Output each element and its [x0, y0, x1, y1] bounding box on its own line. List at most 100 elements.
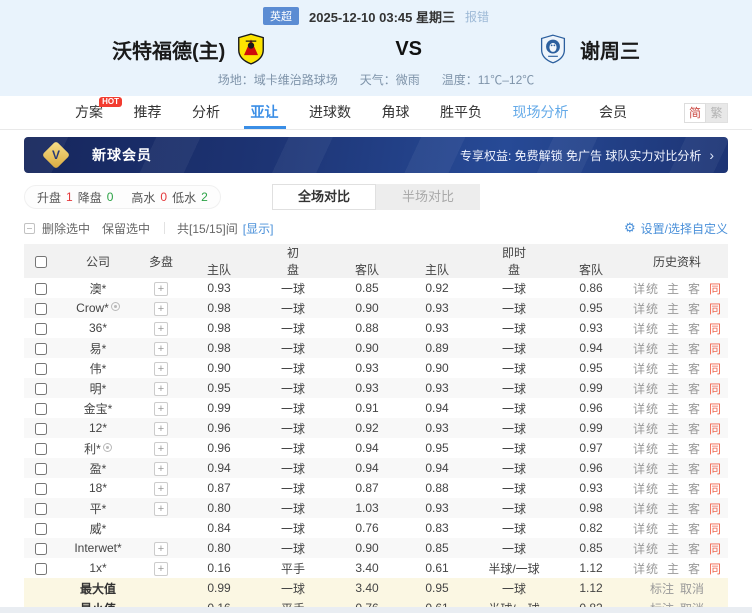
history-detail-link[interactable]: 详: [633, 422, 645, 436]
company-name[interactable]: 利*: [84, 442, 101, 456]
history-same-link[interactable]: 同: [709, 482, 721, 496]
select-all-checkbox[interactable]: [35, 256, 47, 268]
history-away-link[interactable]: 客: [688, 342, 700, 356]
expand-multi-odds-button[interactable]: +: [154, 442, 168, 456]
history-away-link[interactable]: 客: [688, 422, 700, 436]
company-name[interactable]: 澳*: [90, 282, 107, 296]
company-name[interactable]: 伟*: [90, 362, 107, 376]
history-home-link[interactable]: 主: [667, 562, 679, 576]
nav-item-角球[interactable]: 角球: [379, 96, 413, 129]
history-same-link[interactable]: 同: [709, 502, 721, 516]
expand-multi-odds-button[interactable]: +: [154, 402, 168, 416]
nav-item-分析[interactable]: 分析: [189, 96, 223, 129]
expand-multi-odds-button[interactable]: +: [154, 482, 168, 496]
mark-link[interactable]: 标注: [650, 582, 674, 596]
row-checkbox[interactable]: [35, 563, 47, 575]
row-checkbox[interactable]: [35, 543, 47, 555]
select-indeterminate-icon[interactable]: [24, 223, 35, 234]
history-detail-link[interactable]: 详: [633, 522, 645, 536]
company-name[interactable]: 18*: [89, 481, 107, 495]
nav-item-推荐[interactable]: 推荐: [131, 96, 165, 129]
history-away-link[interactable]: 客: [688, 362, 700, 376]
row-checkbox[interactable]: [35, 283, 47, 295]
history-same-link[interactable]: 同: [709, 422, 721, 436]
history-same-link[interactable]: 同: [709, 382, 721, 396]
expand-multi-odds-button[interactable]: +: [154, 382, 168, 396]
expand-multi-odds-button[interactable]: +: [154, 282, 168, 296]
row-checkbox[interactable]: [35, 443, 47, 455]
history-same-link[interactable]: 同: [709, 462, 721, 476]
history-stats-link[interactable]: 统: [646, 342, 658, 356]
history-home-link[interactable]: 主: [667, 462, 679, 476]
history-stats-link[interactable]: 统: [646, 282, 658, 296]
history-detail-link[interactable]: 详: [633, 282, 645, 296]
history-stats-link[interactable]: 统: [646, 322, 658, 336]
row-checkbox[interactable]: [35, 303, 47, 315]
history-detail-link[interactable]: 详: [633, 502, 645, 516]
settings-customize-link[interactable]: ⚙ 设置/选择自定义: [624, 220, 728, 237]
history-stats-link[interactable]: 统: [646, 442, 658, 456]
history-stats-link[interactable]: 统: [646, 402, 658, 416]
row-checkbox[interactable]: [35, 503, 47, 515]
history-stats-link[interactable]: 统: [646, 422, 658, 436]
history-stats-link[interactable]: 统: [646, 542, 658, 556]
history-same-link[interactable]: 同: [709, 402, 721, 416]
history-same-link[interactable]: 同: [709, 362, 721, 376]
history-home-link[interactable]: 主: [667, 362, 679, 376]
history-same-link[interactable]: 同: [709, 522, 721, 536]
company-name[interactable]: 36*: [89, 321, 107, 335]
company-name[interactable]: 明*: [90, 382, 107, 396]
history-home-link[interactable]: 主: [667, 542, 679, 556]
history-home-link[interactable]: 主: [667, 302, 679, 316]
history-detail-link[interactable]: 详: [633, 322, 645, 336]
expand-multi-odds-button[interactable]: +: [154, 502, 168, 516]
history-away-link[interactable]: 客: [688, 562, 700, 576]
history-stats-link[interactable]: 统: [646, 482, 658, 496]
tab-half-match-compare[interactable]: 半场对比: [376, 184, 480, 210]
company-name[interactable]: 平*: [90, 502, 107, 516]
history-detail-link[interactable]: 详: [633, 342, 645, 356]
history-detail-link[interactable]: 详: [633, 442, 645, 456]
history-away-link[interactable]: 客: [688, 522, 700, 536]
history-home-link[interactable]: 主: [667, 502, 679, 516]
report-error-link[interactable]: 报错: [465, 8, 489, 25]
row-checkbox[interactable]: [35, 363, 47, 375]
keep-selected-button[interactable]: 保留选中: [102, 220, 150, 237]
history-stats-link[interactable]: 统: [646, 562, 658, 576]
cancel-link[interactable]: 取消: [680, 602, 704, 608]
history-away-link[interactable]: 客: [688, 462, 700, 476]
history-away-link[interactable]: 客: [688, 302, 700, 316]
history-stats-link[interactable]: 统: [646, 522, 658, 536]
history-same-link[interactable]: 同: [709, 542, 721, 556]
history-detail-link[interactable]: 详: [633, 542, 645, 556]
company-name[interactable]: 易*: [90, 342, 107, 356]
history-away-link[interactable]: 客: [688, 542, 700, 556]
nav-item-进球数[interactable]: 进球数: [306, 96, 354, 129]
history-away-link[interactable]: 客: [688, 382, 700, 396]
nav-item-方案[interactable]: 方案 HOT: [72, 96, 106, 129]
row-checkbox[interactable]: [35, 423, 47, 435]
history-away-link[interactable]: 客: [688, 482, 700, 496]
row-checkbox[interactable]: [35, 523, 47, 535]
history-home-link[interactable]: 主: [667, 422, 679, 436]
expand-multi-odds-button[interactable]: +: [154, 362, 168, 376]
history-stats-link[interactable]: 统: [646, 502, 658, 516]
nav-item-现场分析[interactable]: 现场分析: [510, 96, 572, 129]
show-link[interactable]: [显示]: [243, 220, 274, 237]
history-same-link[interactable]: 同: [709, 442, 721, 456]
company-name[interactable]: Crow*: [76, 301, 109, 315]
company-name[interactable]: 金宝*: [84, 402, 113, 416]
lang-traditional-button[interactable]: 繁: [706, 103, 728, 123]
history-home-link[interactable]: 主: [667, 322, 679, 336]
nav-item-亚让[interactable]: 亚让: [248, 96, 282, 129]
history-detail-link[interactable]: 详: [633, 562, 645, 576]
expand-multi-odds-button[interactable]: +: [154, 562, 168, 576]
expand-multi-odds-button[interactable]: +: [154, 342, 168, 356]
company-name[interactable]: 12*: [89, 421, 107, 435]
company-name[interactable]: 盈*: [90, 462, 107, 476]
history-stats-link[interactable]: 统: [646, 362, 658, 376]
history-away-link[interactable]: 客: [688, 442, 700, 456]
history-same-link[interactable]: 同: [709, 302, 721, 316]
history-away-link[interactable]: 客: [688, 502, 700, 516]
expand-multi-odds-button[interactable]: +: [154, 322, 168, 336]
